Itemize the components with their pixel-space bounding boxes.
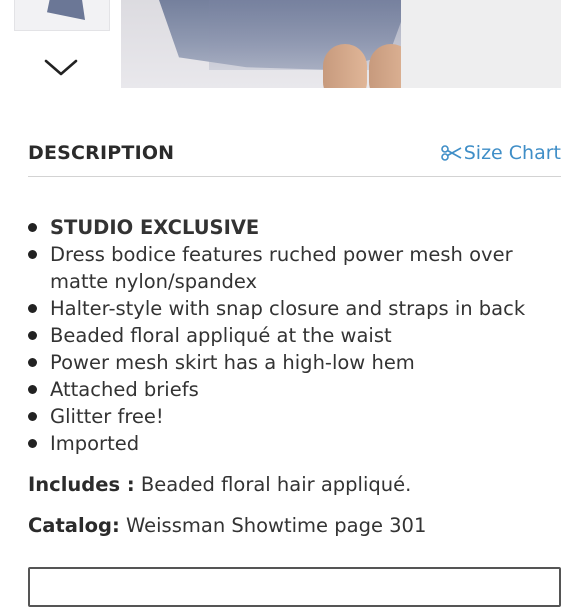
list-item: Glitter free! bbox=[28, 403, 568, 430]
catalog-line: Catalog: Weissman Showtime page 301 bbox=[28, 514, 426, 537]
product-image[interactable] bbox=[121, 0, 561, 88]
image-background bbox=[401, 0, 561, 88]
list-item: Beaded floral appliqué at the waist bbox=[28, 322, 568, 349]
list-item: Power mesh skirt has a high-low hem bbox=[28, 349, 568, 376]
size-chart-link[interactable]: Size Chart bbox=[440, 142, 561, 164]
list-item: Dress bodice features ruched power mesh … bbox=[28, 241, 568, 295]
model-leg-graphic bbox=[323, 44, 367, 88]
list-item: Halter-style with snap closure and strap… bbox=[28, 295, 568, 322]
includes-value: Beaded floral hair appliqué. bbox=[140, 473, 412, 496]
includes-label: Includes : bbox=[28, 473, 135, 496]
thumbnail-dress-image bbox=[47, 0, 85, 20]
divider bbox=[28, 176, 561, 177]
list-item: STUDIO EXCLUSIVE bbox=[28, 214, 568, 241]
catalog-label: Catalog: bbox=[28, 514, 120, 537]
description-title: DESCRIPTION bbox=[28, 142, 175, 164]
list-item: Imported bbox=[28, 430, 568, 457]
chevron-down-icon[interactable] bbox=[44, 56, 78, 78]
catalog-value: Weissman Showtime page 301 bbox=[126, 514, 427, 537]
gallery-thumbnail[interactable] bbox=[14, 0, 110, 31]
scissors-icon bbox=[440, 145, 462, 161]
feature-list: STUDIO EXCLUSIVE Dress bodice features r… bbox=[28, 214, 568, 457]
description-header: DESCRIPTION Size Chart bbox=[28, 138, 561, 168]
includes-line: Includes : Beaded floral hair appliqué. bbox=[28, 473, 411, 496]
list-item: Attached briefs bbox=[28, 376, 568, 403]
size-chart-label[interactable]: Size Chart bbox=[464, 142, 561, 164]
bottom-panel[interactable] bbox=[28, 567, 561, 607]
